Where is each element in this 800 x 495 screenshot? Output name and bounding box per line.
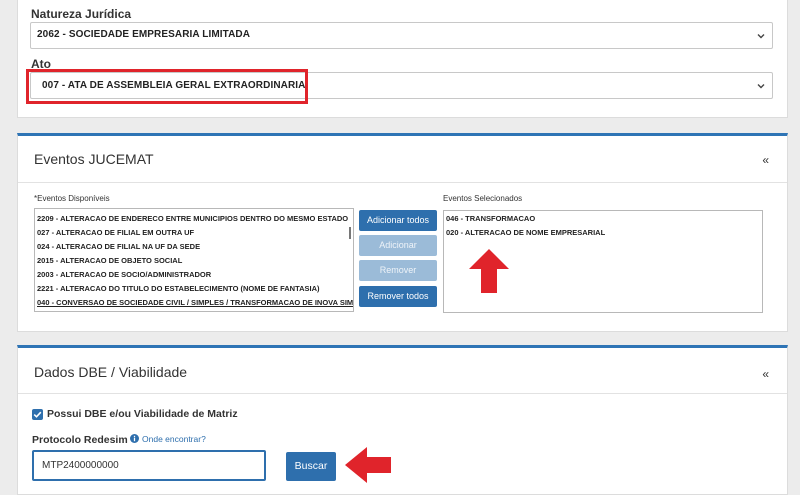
natureza-value: 2062 - SOCIEDADE EMPRESARIA LIMITADA <box>37 29 251 40</box>
divider <box>18 182 787 183</box>
list-item[interactable]: 2221 - ALTERACAO DO TITULO DO ESTABELECI… <box>35 282 353 296</box>
divider <box>18 393 787 394</box>
protocolo-label: Protocolo Redesim <box>32 434 128 446</box>
list-item[interactable]: 046 - TRANSFORMACAO <box>444 212 762 226</box>
chevron-down-icon <box>757 34 765 39</box>
list-item[interactable]: 2209 - ALTERACAO DE ENDERECO ENTRE MUNIC… <box>35 212 353 226</box>
chevron-down-icon <box>757 84 765 89</box>
protocolo-input[interactable]: MTP2400000000 <box>32 450 266 481</box>
remove-all-button[interactable]: Remover todos <box>359 286 437 307</box>
dbe-title: Dados DBE / Viabilidade <box>34 364 188 380</box>
eventos-title: Eventos JUCEMAT <box>34 151 154 167</box>
list-item[interactable]: 027 - ALTERACAO DE FILIAL EM OUTRA UF <box>35 226 353 240</box>
selected-label: Eventos Selecionados <box>443 194 523 203</box>
protocolo-value: MTP2400000000 <box>42 460 119 471</box>
add-all-button[interactable]: Adicionar todos <box>359 210 437 231</box>
remove-button[interactable]: Remover <box>359 260 437 281</box>
natureza-label: Natureza Jurídica <box>31 7 132 21</box>
list-item[interactable]: 2015 - ALTERACAO DE OBJETO SOCIAL <box>35 254 353 268</box>
natureza-select[interactable]: 2062 - SOCIEDADE EMPRESARIA LIMITADA <box>30 22 773 49</box>
list-item[interactable]: 040 - CONVERSAO DE SOCIEDADE CIVIL / SIM… <box>35 296 353 310</box>
ato-highlight-box <box>26 69 308 104</box>
collapse-icon[interactable]: « <box>762 367 769 381</box>
dbe-panel: Dados DBE / Viabilidade « Possui DBE e/o… <box>17 345 788 495</box>
list-item[interactable]: 2003 - ALTERACAO DE SOCIO/ADMINISTRADOR <box>35 268 353 282</box>
list-item[interactable]: 020 - ALTERACAO DE NOME EMPRESARIAL <box>444 226 762 240</box>
collapse-icon[interactable]: « <box>762 153 769 167</box>
add-button[interactable]: Adicionar <box>359 235 437 256</box>
scrollbar-thumb[interactable] <box>349 227 351 239</box>
info-icon <box>130 434 139 443</box>
eventos-panel: Eventos JUCEMAT « *Eventos Disponíveis 2… <box>17 133 788 332</box>
check-icon <box>33 411 42 418</box>
natureza-ato-panel: Natureza Jurídica 2062 - SOCIEDADE EMPRE… <box>17 0 788 118</box>
available-label: *Eventos Disponíveis <box>34 194 110 203</box>
dbe-checkbox[interactable] <box>32 409 43 420</box>
dbe-checkbox-label: Possui DBE e/ou Viabilidade de Matriz <box>47 408 238 420</box>
arrow-up-icon <box>469 249 509 293</box>
available-events-list[interactable]: 2209 - ALTERACAO DE ENDERECO ENTRE MUNIC… <box>34 208 354 312</box>
list-item[interactable]: 024 - ALTERACAO DE FILIAL NA UF DA SEDE <box>35 240 353 254</box>
search-button[interactable]: Buscar <box>286 452 336 481</box>
arrow-left-icon <box>345 447 391 483</box>
help-link[interactable]: Onde encontrar? <box>142 434 206 444</box>
